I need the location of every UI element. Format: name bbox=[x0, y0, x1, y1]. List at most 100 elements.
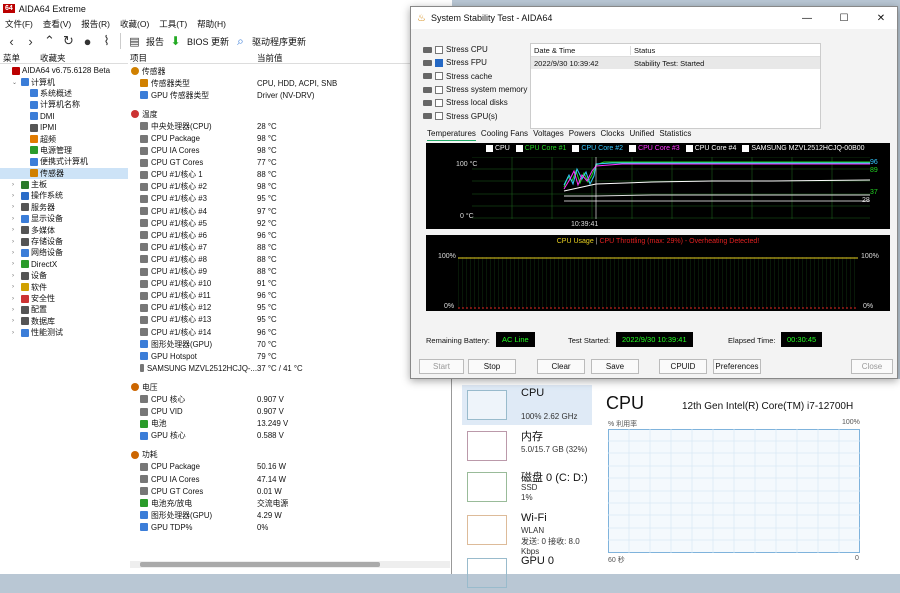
sensor-row[interactable]: CPU #1/核心 #2 98 °C bbox=[130, 181, 452, 193]
sensor-row[interactable]: CPU #1/核心 #4 97 °C bbox=[130, 205, 452, 217]
menu-help[interactable]: 帮助(H) bbox=[197, 18, 226, 30]
start-button[interactable]: Start bbox=[419, 359, 464, 374]
tree-item[interactable]: 电源管理 bbox=[0, 145, 128, 156]
sensor-row[interactable]: CPU IA Cores 47.14 W bbox=[130, 473, 452, 485]
expand-icon[interactable]: › bbox=[12, 182, 19, 188]
stress-checkbox[interactable] bbox=[435, 45, 443, 54]
menu-file[interactable]: 文件(F) bbox=[5, 18, 33, 30]
stress-checkbox[interactable] bbox=[435, 112, 443, 121]
download-icon[interactable]: ⬇ bbox=[168, 34, 183, 49]
tree-item[interactable]: ⌄ 计算机 bbox=[0, 76, 128, 87]
stress-option[interactable]: Stress cache bbox=[423, 70, 533, 83]
tree-item[interactable]: 计算机名称 bbox=[0, 99, 128, 110]
back-icon[interactable]: ‹ bbox=[4, 34, 19, 49]
sensor-row[interactable]: CPU #1/核心 #12 95 °C bbox=[130, 302, 452, 314]
tab-menu[interactable]: 菜单 bbox=[3, 52, 20, 63]
sensor-row[interactable]: CPU #1/核心 #14 96 °C bbox=[130, 326, 452, 338]
sensor-row[interactable]: SAMSUNG MZVL2512HCJQ-... 37 °C / 41 °C bbox=[130, 362, 452, 374]
expand-icon[interactable]: › bbox=[12, 216, 19, 222]
tree-item[interactable]: 超频 bbox=[0, 133, 128, 144]
stress-option[interactable]: Stress FPU bbox=[423, 56, 533, 69]
sensor-row[interactable]: CPU GT Cores 0.01 W bbox=[130, 485, 452, 497]
expand-icon[interactable]: › bbox=[12, 284, 19, 290]
close-window-button[interactable]: ✕ bbox=[865, 13, 897, 24]
tab-clocks[interactable]: Clocks bbox=[600, 129, 624, 141]
column-item[interactable]: 项目 bbox=[130, 52, 257, 63]
close-button[interactable]: Close bbox=[851, 359, 893, 374]
sensor-row[interactable]: GPU 传感器类型 Driver (NV-DRV) bbox=[130, 89, 452, 101]
legend-checkbox[interactable] bbox=[629, 145, 637, 152]
column-value[interactable]: 当前值 bbox=[257, 52, 283, 63]
expand-icon[interactable]: ⌄ bbox=[12, 79, 19, 86]
tm-item-gpu[interactable]: GPU 0 bbox=[462, 553, 592, 593]
expand-icon[interactable]: › bbox=[12, 330, 19, 336]
menu-report[interactable]: 报告(R) bbox=[81, 18, 110, 30]
clear-button[interactable]: Clear bbox=[537, 359, 585, 374]
stress-checkbox[interactable] bbox=[435, 85, 443, 94]
menu-favorites[interactable]: 收藏(O) bbox=[120, 18, 149, 30]
legend-item[interactable]: CPU Core #2 bbox=[572, 145, 623, 152]
legend-checkbox[interactable] bbox=[515, 145, 523, 152]
tree-item[interactable]: › 性能测试 bbox=[0, 327, 128, 338]
legend-item[interactable]: SAMSUNG MZVL2512HCJQ-00B00 bbox=[742, 145, 865, 152]
sensor-row[interactable]: CPU Package 50.16 W bbox=[130, 461, 452, 473]
cpuid-button[interactable]: CPUID bbox=[659, 359, 707, 374]
save-button[interactable]: Save bbox=[591, 359, 639, 374]
legend-checkbox[interactable] bbox=[572, 145, 580, 152]
menu-view[interactable]: 查看(V) bbox=[43, 18, 71, 30]
sensor-row[interactable]: CPU #1/核心 #11 96 °C bbox=[130, 290, 452, 302]
user-icon[interactable]: ● bbox=[80, 34, 95, 49]
sensor-row[interactable]: CPU IA Cores 98 °C bbox=[130, 145, 452, 157]
stress-checkbox[interactable] bbox=[435, 98, 443, 107]
expand-icon[interactable]: › bbox=[12, 227, 19, 233]
tm-item-wifi[interactable]: Wi-Fi WLAN 发送: 0 接收: 8.0 Kbps bbox=[462, 510, 592, 556]
sensor-row[interactable]: CPU #1/核心 #3 95 °C bbox=[130, 193, 452, 205]
tab-voltages[interactable]: Voltages bbox=[533, 129, 564, 141]
tree-item[interactable]: › 操作系统 bbox=[0, 190, 128, 201]
tree-item[interactable]: › 配置 bbox=[0, 304, 128, 315]
tree-item[interactable]: 便携式计算机 bbox=[0, 156, 128, 167]
col-status[interactable]: Status bbox=[631, 46, 655, 55]
sensor-row[interactable]: 电池充/放电 交流电源 bbox=[130, 497, 452, 509]
tree-item[interactable]: 系统概述 bbox=[0, 88, 128, 99]
sensor-row[interactable]: CPU VID 0.907 V bbox=[130, 406, 452, 418]
stop-button[interactable]: Stop bbox=[468, 359, 516, 374]
bios-update-button[interactable]: BIOS 更新 bbox=[187, 35, 229, 48]
tree-item[interactable]: › 安全性 bbox=[0, 293, 128, 304]
sensor-row[interactable]: CPU Package 98 °C bbox=[130, 132, 452, 144]
sensor-row[interactable]: GPU Hotspot 79 °C bbox=[130, 350, 452, 362]
tree-item[interactable]: › 多媒体 bbox=[0, 224, 128, 235]
tree-item[interactable]: › 主板 bbox=[0, 179, 128, 190]
legend-item[interactable]: CPU Core #3 bbox=[629, 145, 680, 152]
legend-checkbox[interactable] bbox=[486, 145, 493, 152]
tree-item[interactable]: › DirectX bbox=[0, 259, 128, 270]
tab-statistics[interactable]: Statistics bbox=[659, 129, 691, 141]
expand-icon[interactable]: › bbox=[12, 296, 19, 302]
tm-item-disk[interactable]: 磁盘 0 (C: D:) SSD 1% bbox=[462, 467, 592, 507]
expand-icon[interactable]: › bbox=[12, 250, 19, 256]
tree-item[interactable]: › 显示设备 bbox=[0, 213, 128, 224]
sensor-row[interactable]: CPU #1/核心 #5 92 °C bbox=[130, 217, 452, 229]
preferences-button[interactable]: Preferences bbox=[713, 359, 761, 374]
legend-item[interactable]: CPU bbox=[486, 145, 510, 152]
stress-checkbox[interactable] bbox=[435, 72, 443, 81]
stress-option[interactable]: Stress GPU(s) bbox=[423, 109, 533, 122]
tree-item[interactable]: › 存储设备 bbox=[0, 236, 128, 247]
legend-checkbox[interactable] bbox=[685, 145, 693, 152]
tree-item[interactable]: IPMI bbox=[0, 122, 128, 133]
up-icon[interactable]: ⌃ bbox=[42, 33, 57, 49]
sensor-row[interactable]: CPU #1/核心 1 88 °C bbox=[130, 169, 452, 181]
sensor-row[interactable]: 电池 13.249 V bbox=[130, 418, 452, 430]
expand-icon[interactable]: › bbox=[12, 204, 19, 210]
forward-icon[interactable]: › bbox=[23, 34, 38, 49]
sensor-row[interactable]: CPU #1/核心 #6 96 °C bbox=[130, 229, 452, 241]
stress-option[interactable]: Stress system memory bbox=[423, 83, 533, 96]
sensor-row[interactable]: 中央处理器(CPU) 28 °C bbox=[130, 120, 452, 132]
expand-icon[interactable]: › bbox=[12, 273, 19, 279]
tree-item[interactable]: AIDA64 v6.75.6128 Beta bbox=[0, 65, 128, 76]
tree-item[interactable]: DMI bbox=[0, 111, 128, 122]
sensor-row[interactable]: CPU #1/核心 #7 88 °C bbox=[130, 241, 452, 253]
sensor-row[interactable]: 图形处理器(GPU) 4.29 W bbox=[130, 509, 452, 521]
refresh-icon[interactable]: ↻ bbox=[61, 33, 76, 49]
sensor-row[interactable]: CPU 核心 0.907 V bbox=[130, 393, 452, 405]
